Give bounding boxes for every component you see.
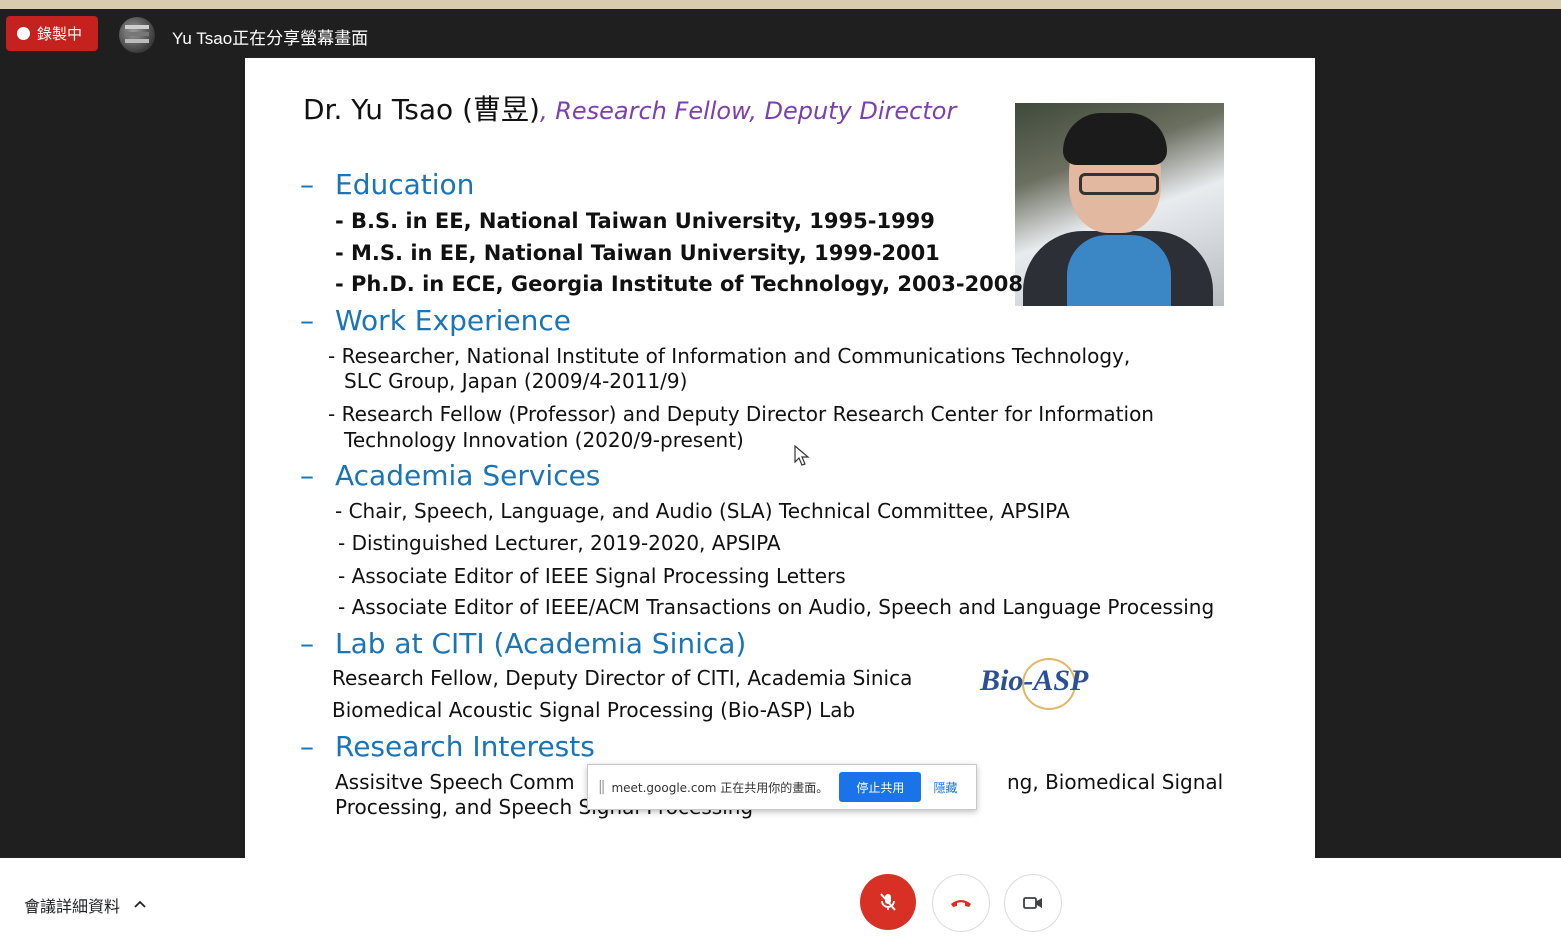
work-item: - Research Fellow (Professor) and Deputy… [328, 402, 1154, 426]
interests-heading: Research Interests [335, 730, 595, 763]
bullet-dash: – [300, 168, 314, 201]
meeting-details-button[interactable]: 會議詳細資料 [24, 893, 146, 917]
profile-photo [1015, 103, 1224, 306]
lab-item: Research Fellow, Deputy Director of CITI… [332, 666, 913, 690]
mic-off-icon [880, 893, 896, 911]
photo-hair [1063, 113, 1167, 165]
presenter-avatar [119, 17, 155, 53]
academia-item: - Associate Editor of IEEE Signal Proces… [338, 564, 846, 588]
education-item: - Ph.D. in ECE, Georgia Institute of Tec… [335, 272, 1024, 296]
hang-up-icon [951, 900, 971, 907]
bio-asp-logo: Bio-ASP [980, 656, 1090, 710]
slide-title-name: Dr. Yu Tsao (曹昱) [303, 93, 540, 126]
meeting-controls-bar: 會議詳細資料 [0, 858, 1561, 937]
stop-sharing-button[interactable]: 停止共用 [839, 772, 922, 802]
interests-line: Assisitve Speech Comm [335, 770, 575, 794]
camera-icon [1023, 897, 1042, 909]
presenter-text: Yu Tsao正在分享螢幕畫面 [172, 29, 369, 48]
work-item: Technology Innovation (2020/9-present) [344, 428, 744, 452]
lab-item: Biomedical Acoustic Signal Processing (B… [332, 698, 856, 722]
recording-badge: 錄製中 [6, 16, 98, 51]
academia-item: - Distinguished Lecturer, 2019-2020, APS… [338, 531, 781, 555]
record-dot-icon [17, 27, 30, 40]
education-item: - M.S. in EE, National Taiwan University… [335, 241, 940, 265]
window-top-strip [0, 0, 1561, 9]
mic-toggle-button[interactable] [860, 874, 916, 930]
bullet-dash: – [300, 730, 314, 763]
chevron-up-icon [134, 900, 146, 908]
bullet-dash: – [300, 304, 314, 337]
meeting-details-label: 會議詳細資料 [24, 899, 121, 916]
slide-subtitle: , Research Fellow, Deputy Director [539, 97, 957, 125]
logo-text: Bio-ASP [980, 664, 1089, 697]
lab-heading: Lab at CITI (Academia Sinica) [335, 627, 747, 660]
academia-item: - Associate Editor of IEEE/ACM Transacti… [338, 595, 1215, 619]
interests-line: ng, Biomedical Signal [1007, 770, 1224, 794]
education-heading: Education [335, 168, 475, 201]
work-item: - Researcher, National Institute of Info… [328, 344, 1131, 368]
photo-hoodie [1067, 235, 1171, 306]
bullet-dash: – [300, 459, 314, 492]
work-heading: Work Experience [335, 304, 571, 337]
slide-title: Dr. Yu Tsao (曹昱), Research Fellow, Deput… [303, 88, 956, 128]
recording-label: 錄製中 [37, 26, 83, 43]
academia-item: - Chair, Speech, Language, and Audio (SL… [335, 499, 1070, 523]
bullet-dash: – [300, 627, 314, 660]
shared-slide: Dr. Yu Tsao (曹昱), Research Fellow, Deput… [245, 58, 1315, 858]
camera-toggle-button[interactable] [1004, 874, 1062, 932]
work-item: SLC Group, Japan (2009/4-2011/9) [344, 369, 688, 393]
academia-heading: Academia Services [335, 459, 601, 492]
hide-button[interactable]: 隱藏 [933, 779, 957, 796]
leave-call-button[interactable] [932, 874, 990, 932]
photo-glasses [1079, 173, 1159, 195]
share-notice: meet.google.com 正在共用你的畫面。 [611, 780, 829, 795]
drag-handle-icon[interactable]: || [598, 779, 606, 795]
education-item: - B.S. in EE, National Taiwan University… [335, 209, 935, 233]
screen-share-bar: || meet.google.com 正在共用你的畫面。 停止共用 隱藏 [587, 764, 977, 810]
